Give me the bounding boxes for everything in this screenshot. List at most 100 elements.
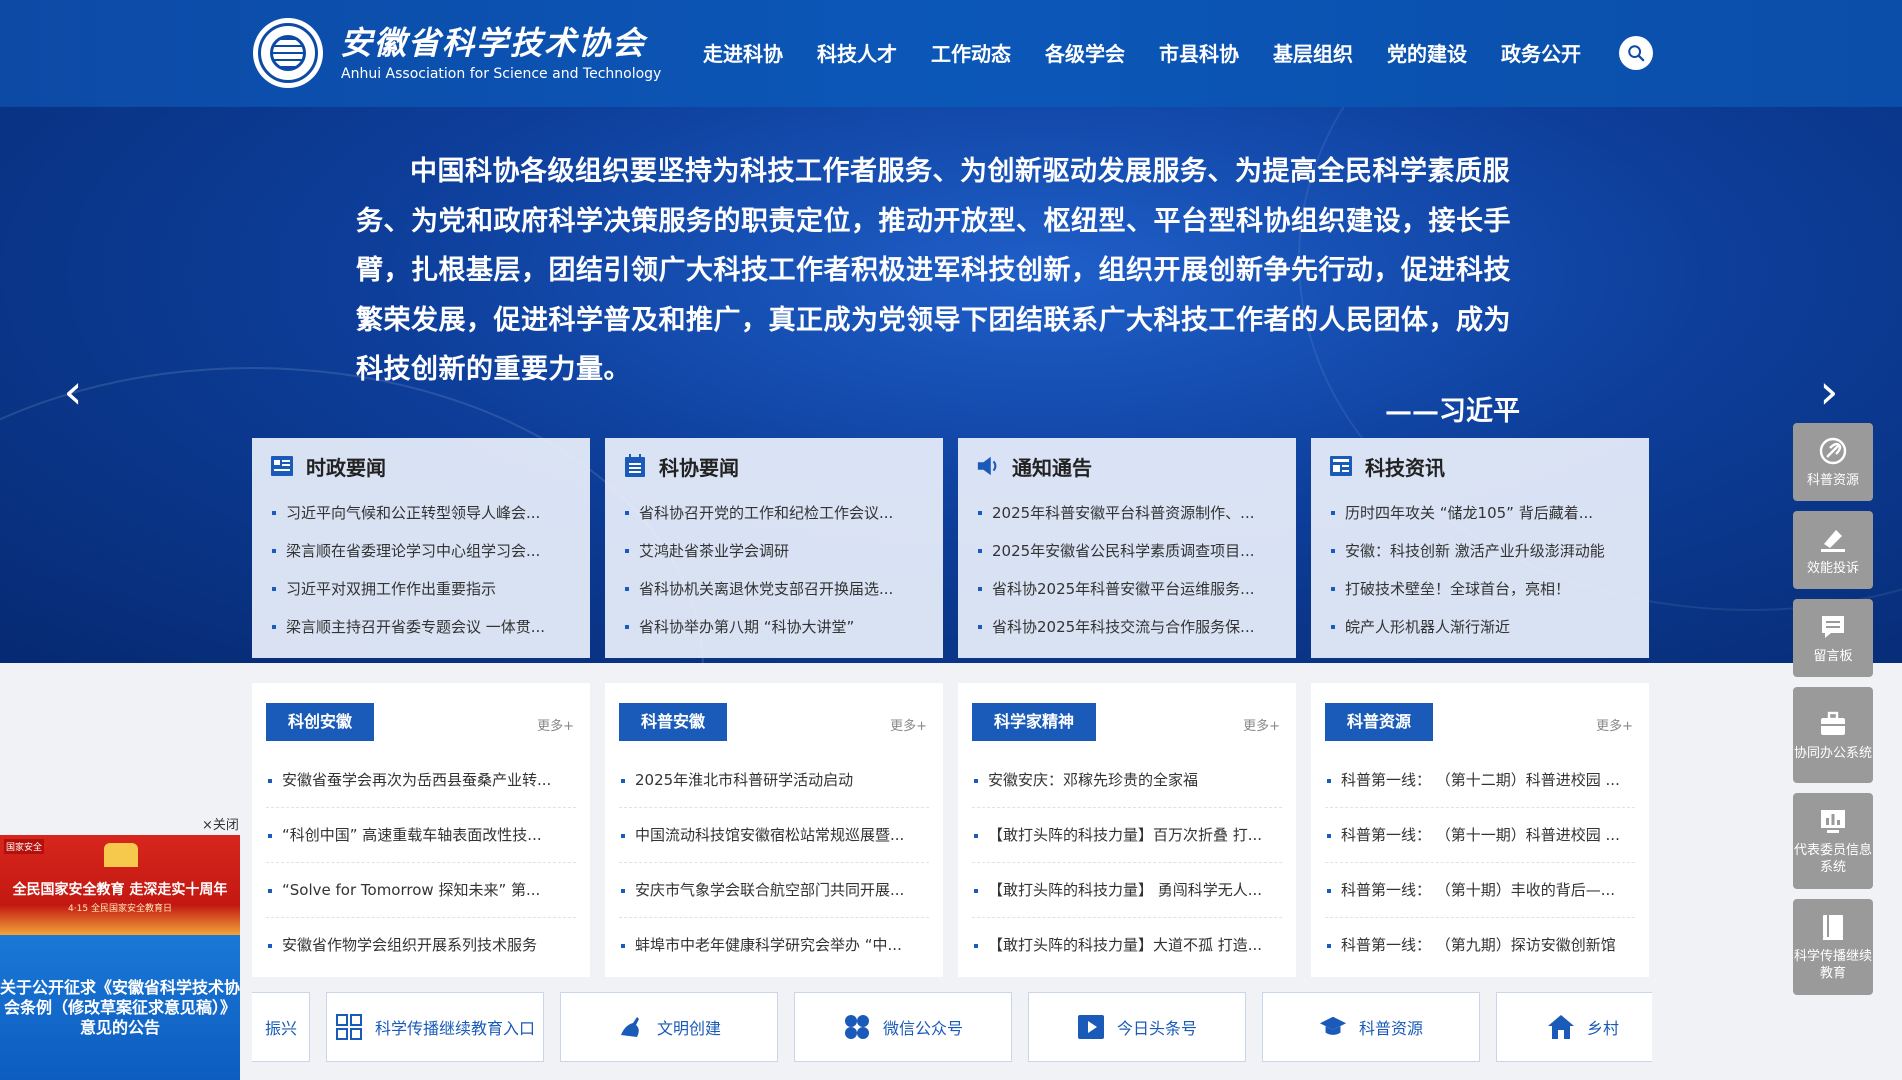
card-item[interactable]: 科普第一线： （第十一期）科普进校园 ...	[1325, 808, 1635, 863]
search-icon	[1628, 45, 1645, 62]
nav-item[interactable]: 市县科协	[1142, 38, 1256, 67]
topic-card: 科普安徽 更多+ 2025年淮北市科普研学活动启动 中国流动科技馆安徽宿松站常规…	[605, 683, 943, 977]
topic-card: 科创安徽 更多+ 安徽省蚕学会再次为岳西县蚕桑产业转... “科创中国” 高速重…	[252, 683, 590, 977]
topic-cards: 科创安徽 更多+ 安徽省蚕学会再次为岳西县蚕桑产业转... “科创中国” 高速重…	[252, 683, 1649, 977]
nav-item[interactable]: 科技人才	[800, 38, 914, 67]
association-logo[interactable]	[253, 18, 323, 88]
card-item[interactable]: 安徽省作物学会组织开展系列技术服务	[266, 918, 576, 973]
news-icon	[270, 454, 294, 478]
topic-card: 科普资源 更多+ 科普第一线： （第十二期）科普进校园 ... 科普第一线： （…	[1311, 683, 1649, 977]
security-day-banner[interactable]: 国家安全 全民国家安全教育 走深走实十周年 4·15 全民国家安全教育日	[0, 835, 240, 935]
panel-title: 通知通告	[1012, 455, 1092, 480]
panel-header[interactable]: 科技资讯	[1311, 438, 1649, 494]
card-item[interactable]: 【敢打头阵的科技力量】百万次折叠 打...	[972, 808, 1282, 863]
floating-ad: ×关闭 国家安全 全民国家安全教育 走深走实十周年 4·15 全民国家安全教育日…	[0, 814, 240, 1080]
panel-header[interactable]: 通知通告	[958, 438, 1296, 494]
quick-link[interactable]: 振兴	[252, 992, 310, 1062]
news-panel: 时政要闻 习近平向气候和公正转型领导人峰会... 梁言顺在省委理论学习中心组学习…	[252, 438, 590, 658]
quick-link-label: 振兴	[264, 1019, 297, 1038]
nav-item[interactable]: 工作动态	[914, 38, 1028, 67]
more-link[interactable]: 更多+	[1243, 715, 1280, 734]
card-tag[interactable]: 科普安徽	[619, 703, 728, 741]
card-item[interactable]: 安徽省蚕学会再次为岳西县蚕桑产业转...	[266, 753, 576, 808]
graduation-cap-icon	[1319, 1013, 1347, 1041]
card-item[interactable]: 科普第一线： （第十二期）科普进校园 ...	[1325, 753, 1635, 808]
more-link[interactable]: 更多+	[890, 715, 927, 734]
notice-banner[interactable]: 关于公开征求《安徽省科学技术协会条例（修改草案征求意见稿）》意见的公告	[0, 935, 240, 1080]
news-item[interactable]: 梁言顺在省委理论学习中心组学习会...	[270, 532, 580, 570]
card-tag[interactable]: 科普资源	[1325, 703, 1434, 741]
side-button[interactable]: 科普资源	[1793, 423, 1873, 501]
more-link[interactable]: 更多+	[1596, 715, 1633, 734]
quick-link[interactable]: 微信公众号	[794, 992, 1012, 1062]
card-item[interactable]: 2025年淮北市科普研学活动启动	[619, 753, 929, 808]
card-item[interactable]: “Solve for Tomorrow 探知未来” 第...	[266, 863, 576, 918]
card-tag[interactable]: 科学家精神	[972, 703, 1097, 741]
side-button[interactable]: 效能投诉	[1793, 511, 1873, 589]
card-item[interactable]: 安庆市气象学会联合航空部门共同开展...	[619, 863, 929, 918]
news-panel: 通知通告 2025年科普安徽平台科普资源制作、... 2025年安徽省公民科学素…	[958, 438, 1296, 658]
side-button[interactable]: 协同办公系统	[1793, 687, 1873, 783]
hand-icon	[617, 1013, 645, 1041]
news-panel: 科协要闻 省科协召开党的工作和纪检工作会议... 艾鸿赴省茶业学会调研 省科协机…	[605, 438, 943, 658]
quick-link-label: 今日头条号	[1116, 1019, 1197, 1038]
brand-title[interactable]: 安徽省科学技术协会	[340, 18, 646, 64]
news-item[interactable]: 梁言顺主持召开省委专题会议 一体贯...	[270, 608, 580, 646]
side-button-label: 科学传播继续教育	[1793, 949, 1872, 981]
briefcase-icon	[1818, 709, 1848, 739]
news-item[interactable]: 安徽：科技创新 激活产业升级澎湃动能	[1329, 532, 1639, 570]
quick-link[interactable]: 今日头条号	[1028, 992, 1246, 1062]
news-item[interactable]: 历时四年攻关 “储龙105” 背后藏着...	[1329, 494, 1639, 532]
side-button[interactable]: 科学传播继续教育	[1793, 899, 1873, 995]
news-item[interactable]: 习近平向气候和公正转型领导人峰会...	[270, 494, 580, 532]
card-item[interactable]: 中国流动科技馆安徽宿松站常规巡展暨...	[619, 808, 929, 863]
nav-item[interactable]: 政务公开	[1484, 38, 1598, 67]
quick-link[interactable]: 科普资源	[1262, 992, 1480, 1062]
notice-text: 关于公开征求《安徽省科学技术协会条例（修改草案征求意见稿）》意见的公告	[0, 977, 241, 1037]
search-button[interactable]	[1619, 36, 1653, 70]
side-button[interactable]: 留言板	[1793, 599, 1873, 677]
banner-next-arrow[interactable]: ›	[1809, 362, 1849, 422]
banner-author: ——习近平	[1385, 396, 1520, 427]
news-item[interactable]: 2025年安徽省公民科学素质调查项目...	[976, 532, 1286, 570]
nav-item[interactable]: 党的建设	[1370, 38, 1484, 67]
newspaper-icon	[1329, 454, 1353, 478]
card-tag[interactable]: 科创安徽	[266, 703, 375, 741]
emblem-icon	[104, 843, 138, 867]
side-button[interactable]: 代表委员信息系统	[1793, 793, 1873, 889]
quick-link[interactable]: 文明创建	[560, 992, 778, 1062]
panel-header[interactable]: 科协要闻	[605, 438, 943, 494]
news-item[interactable]: 省科协机关离退休党支部召开换届选...	[623, 570, 933, 608]
quick-link[interactable]: 科学传播继续教育入口	[326, 992, 544, 1062]
card-item[interactable]: “科创中国” 高速重载车轴表面改性技...	[266, 808, 576, 863]
side-toolbar: 科普资源 效能投诉 留言板 协同办公系统 代表委员信息系统 科学传播继续教育	[1793, 423, 1873, 995]
news-item[interactable]: 省科协召开党的工作和纪检工作会议...	[623, 494, 933, 532]
panel-header[interactable]: 时政要闻	[252, 438, 590, 494]
news-item[interactable]: 皖产人形机器人渐行渐近	[1329, 608, 1639, 646]
news-item[interactable]: 打破技术壁垒！全球首台，亮相！	[1329, 570, 1639, 608]
nav-item[interactable]: 各级学会	[1028, 38, 1142, 67]
quick-link-label: 文明创建	[656, 1019, 721, 1038]
news-item[interactable]: 省科协举办第八期 “科协大讲堂”	[623, 608, 933, 646]
card-item[interactable]: 安徽安庆：邓稼先珍贵的全家福	[972, 753, 1282, 808]
news-item[interactable]: 习近平对双拥工作作出重要指示	[270, 570, 580, 608]
nav-item[interactable]: 基层组织	[1256, 38, 1370, 67]
news-item[interactable]: 2025年科普安徽平台科普资源制作、...	[976, 494, 1286, 532]
nav-item[interactable]: 走进科协	[686, 38, 800, 67]
news-item[interactable]: 艾鸿赴省茶业学会调研	[623, 532, 933, 570]
ad-subline: 4·15 全民国家安全教育日	[68, 904, 172, 914]
card-item[interactable]: 【敢打头阵的科技力量】大道不孤 打造...	[972, 918, 1282, 973]
card-item[interactable]: 科普第一线： （第十期）丰收的背后—...	[1325, 863, 1635, 918]
card-item[interactable]: 蚌埠市中老年健康科学研究会举办 “中...	[619, 918, 929, 973]
brand-subtitle: Anhui Association for Science and Techno…	[341, 66, 662, 82]
panel-title: 科协要闻	[659, 455, 739, 480]
card-item[interactable]: 科普第一线： （第九期）探访安徽创新馆	[1325, 918, 1635, 973]
more-link[interactable]: 更多+	[537, 715, 574, 734]
news-item[interactable]: 省科协2025年科技交流与合作服务保...	[976, 608, 1286, 646]
card-item[interactable]: 【敢打头阵的科技力量】 勇闯科学无人...	[972, 863, 1282, 918]
house-icon	[1547, 1013, 1575, 1041]
quick-link[interactable]: 乡村	[1496, 992, 1652, 1062]
news-item[interactable]: 省科协2025年科普安徽平台运维服务...	[976, 570, 1286, 608]
banner-prev-arrow[interactable]: ‹	[53, 362, 93, 422]
ad-close-button[interactable]: ×关闭	[202, 814, 239, 833]
